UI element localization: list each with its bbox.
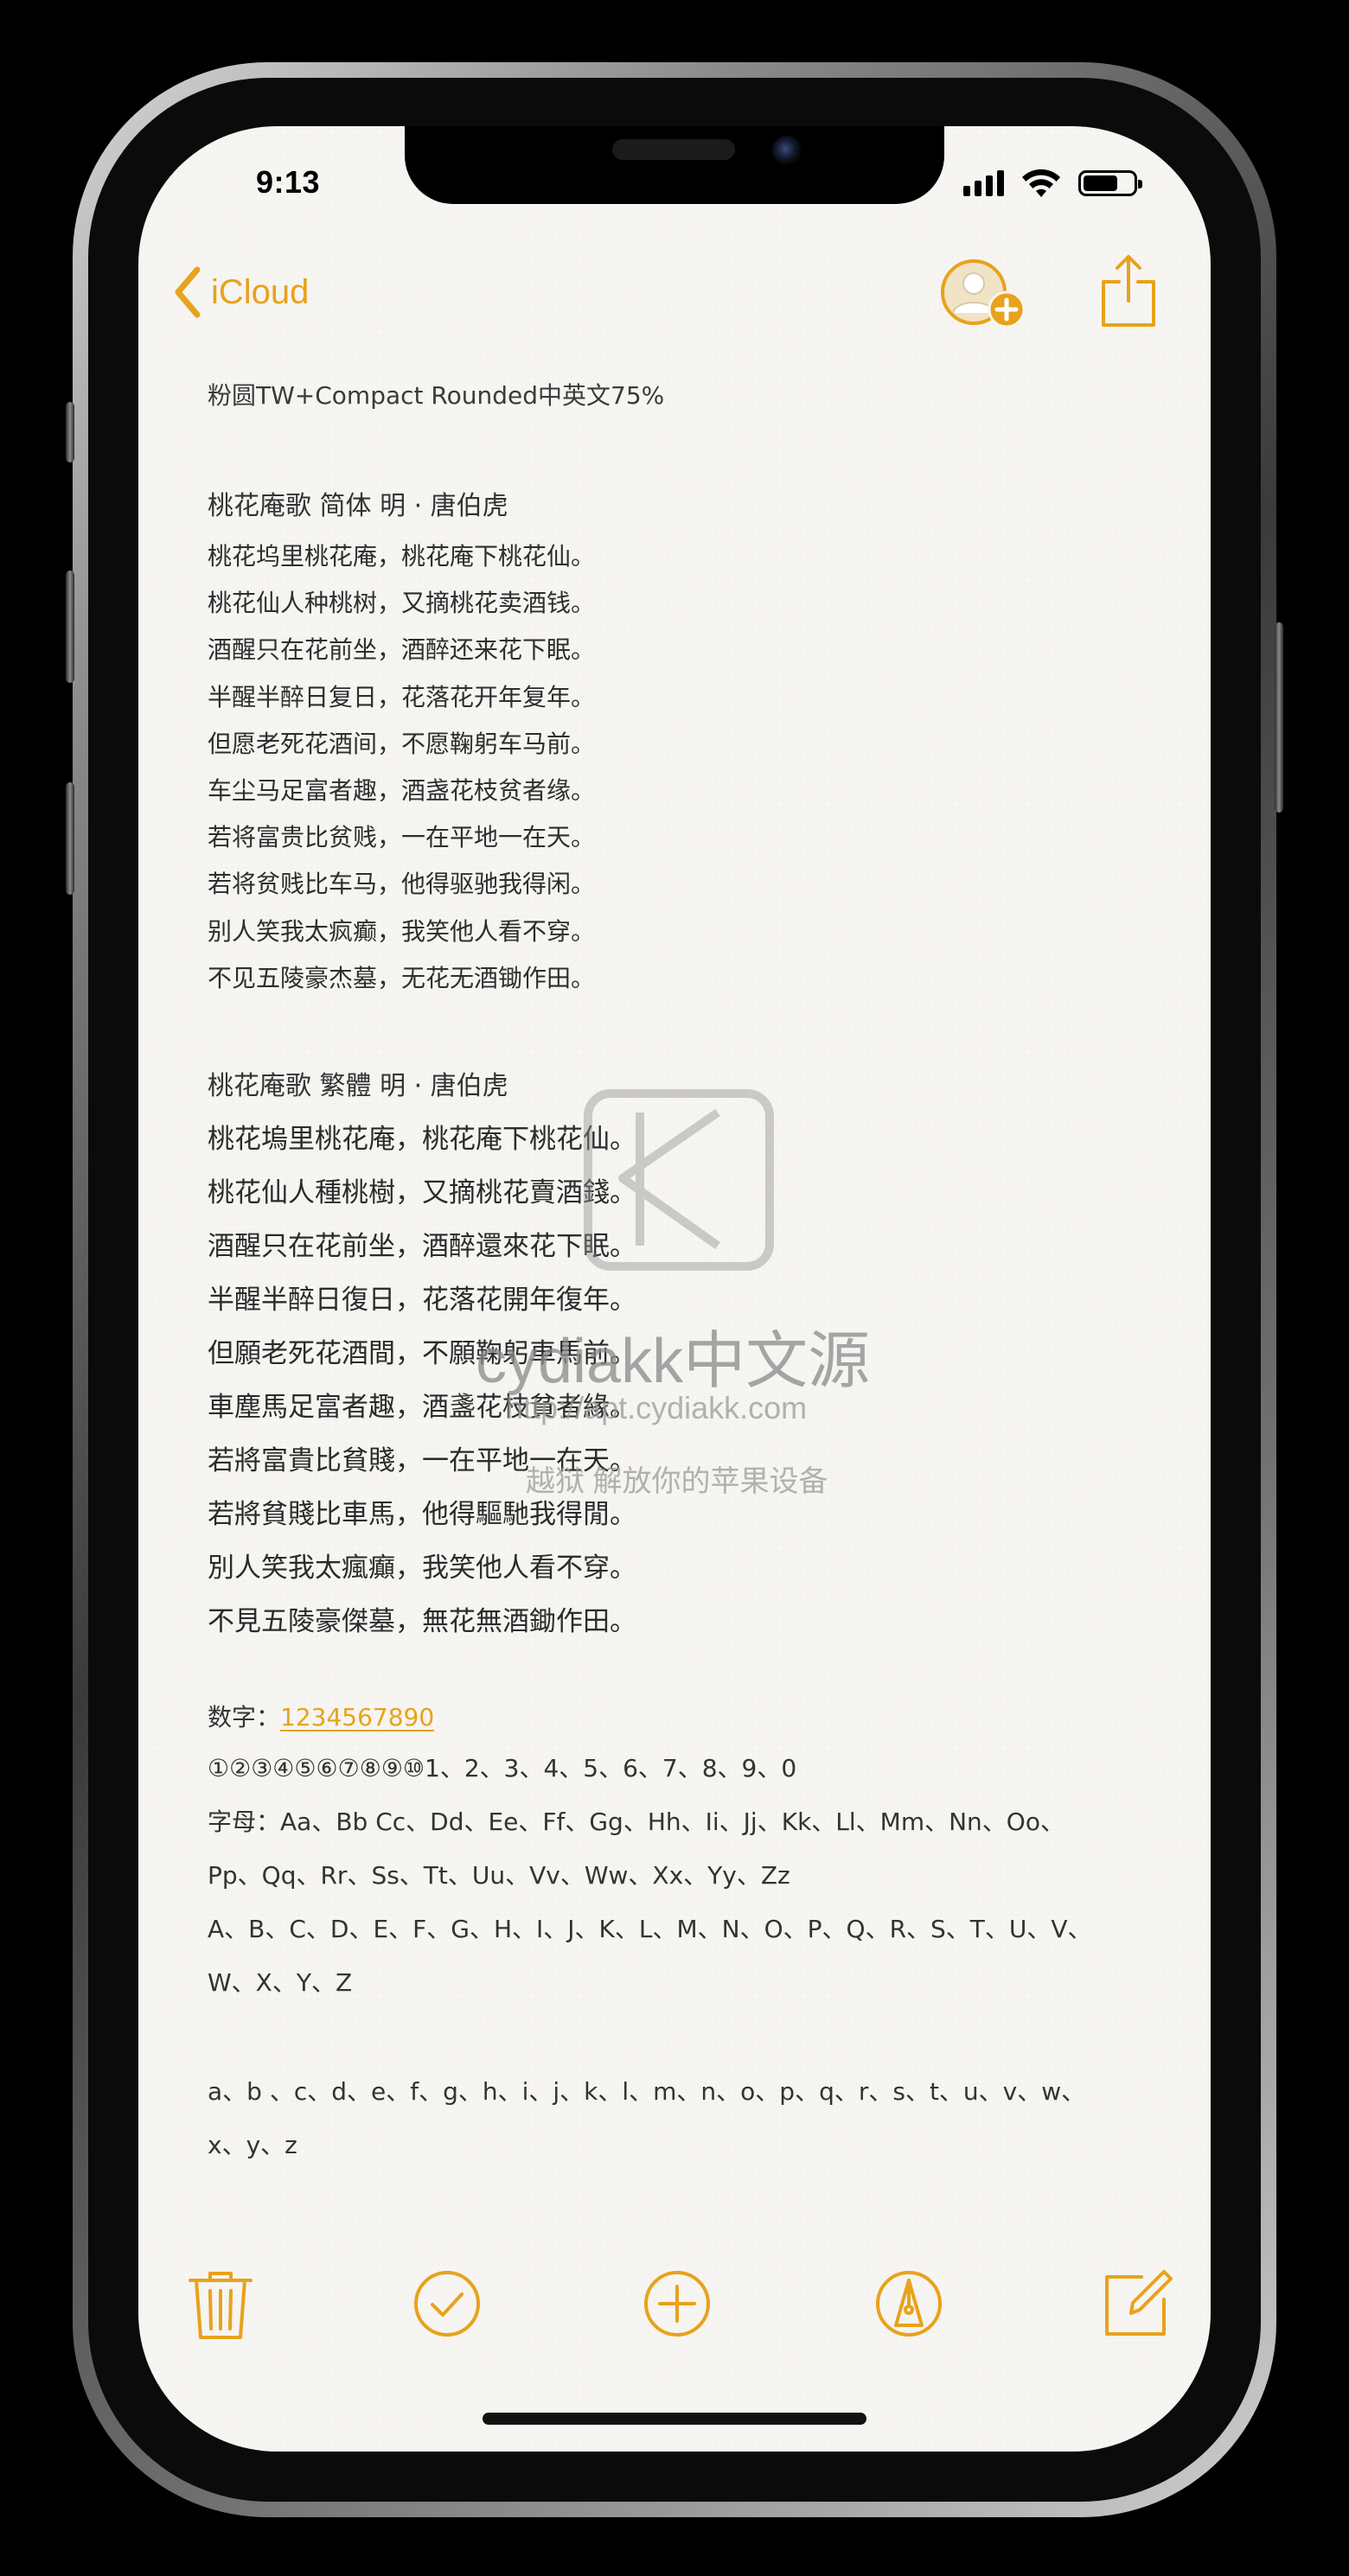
bottom-toolbar	[182, 2265, 1176, 2343]
back-button-label: iCloud	[211, 272, 310, 311]
wifi-icon	[1022, 169, 1060, 197]
letters-line-1: 字母：Aa、Bb Cc、Dd、Ee、Ff、Gg、Hh、Ii、Jj、Kk、Ll、M…	[208, 1808, 1064, 1836]
poem-simplified-line: 别人笑我太疯癫，我笑他人看不穿。	[208, 916, 596, 946]
share-icon	[1102, 255, 1155, 327]
power-button	[1275, 622, 1283, 813]
watermark-brand: cydiakk中文源	[476, 1327, 871, 1396]
add-person-button[interactable]	[939, 258, 1027, 332]
cellular-signal-icon	[963, 170, 1004, 196]
uppercase-line-2: W、X、Y、Z	[208, 1968, 353, 1997]
phone-number-link[interactable]: 1234567890	[280, 1703, 434, 1731]
front-camera	[772, 136, 802, 165]
poem-traditional-line: 別人笑我太瘋癲，我笑他人看不穿。	[208, 1553, 636, 1584]
checklist-button[interactable]	[408, 2265, 486, 2343]
poem-traditional-line: 酒醒只在花前坐，酒醉還來花下眠。	[208, 1231, 636, 1262]
lowercase-line-1: a、b 、c、d、e、f、g、h、i、j、k、l、m、n、o、p、q、r、s、t…	[208, 2077, 1086, 2106]
circled-numbers-line: ①②③④⑤⑥⑦⑧⑨⑩1、2、3、4、5、6、7、8、9、0	[208, 1754, 797, 1782]
poem-simplified-line: 但愿老死花酒间，不愿鞠躬车马前。	[208, 729, 596, 758]
uppercase-line-1: A、B、C、D、E、F、G、H、I、J、K、L、M、N、O、P、Q、R、S、T、…	[208, 1915, 1092, 1943]
poem-title-traditional: 桃花庵歌 繁體 明 · 唐伯虎	[208, 1071, 508, 1101]
poem-simplified-line: 车尘马足富者趣，酒盏花枝贫者缘。	[208, 776, 596, 805]
lowercase-line-2: x、y、z	[208, 2131, 297, 2159]
poem-simplified-line: 不见五陵豪杰墓，无花无酒锄作田。	[208, 963, 596, 992]
poem-simplified-line: 若将贫贱比车马，他得驱驰我得闲。	[208, 870, 596, 899]
battery-fill	[1084, 175, 1118, 191]
watermark-url: http://apt.cydiakk.com	[506, 1390, 808, 1425]
home-indicator[interactable]	[483, 2413, 866, 2425]
delete-button[interactable]	[182, 2265, 259, 2343]
volume-up-button	[66, 571, 74, 683]
numbers-label: 数字：	[208, 1703, 281, 1731]
mute-switch	[66, 402, 74, 462]
status-time: 9:13	[256, 164, 321, 200]
poem-traditional-line: 桃花仙人種桃樹，又摘桃花賣酒錢。	[208, 1177, 636, 1208]
markup-button[interactable]	[870, 2265, 948, 2343]
checkmark-circle-icon	[414, 2271, 480, 2337]
poem-title-simplified: 桃花庵歌 简体 明 · 唐伯虎	[208, 491, 508, 521]
status-icons	[963, 164, 1142, 202]
numbers-line: 数字：1234567890	[208, 1699, 434, 1733]
poem-simplified-line: 桃花仙人种桃树，又摘桃花卖酒钱。	[208, 589, 596, 618]
pen-tip-circle-icon	[876, 2271, 942, 2337]
person-add-icon	[941, 259, 1026, 328]
chevron-left-icon	[175, 266, 201, 318]
battery-icon	[1078, 170, 1142, 196]
plus-circle-icon	[644, 2271, 710, 2337]
compose-button[interactable]	[1098, 2265, 1176, 2343]
poem-traditional-line: 不見五陵豪傑墓，無花無酒鋤作田。	[208, 1606, 636, 1637]
poem-simplified-line: 若将富贵比贫贱，一在平地一在天。	[208, 823, 596, 852]
watermark-slogan: 越狱 解放你的苹果设备	[526, 1465, 828, 1498]
notch	[405, 126, 944, 204]
volume-down-button	[66, 782, 74, 895]
poem-simplified-line: 酒醒只在花前坐，酒醉还来花下眠。	[208, 635, 596, 665]
font-description: 粉圆TW+Compact Rounded中英文75%	[208, 381, 665, 410]
trash-icon	[189, 2272, 253, 2339]
share-button[interactable]	[1100, 254, 1157, 328]
device-stage: 9:13 iCloud 粉圆TW+Compact Rounded中英文75% 桃…	[0, 0, 1349, 2576]
back-button[interactable]: iCloud	[173, 266, 309, 318]
add-attachment-button[interactable]	[638, 2265, 716, 2343]
poem-simplified-line: 半醒半醉日复日，花落花开年复年。	[208, 682, 596, 711]
poem-simplified-line: 桃花坞里桃花庵，桃花庵下桃花仙。	[208, 542, 596, 571]
earpiece-speaker	[612, 139, 735, 160]
poem-traditional-line: 桃花塢里桃花庵，桃花庵下桃花仙。	[208, 1124, 636, 1155]
letters-line-2: Pp、Qq、Rr、Ss、Tt、Uu、Vv、Ww、Xx、Yy、Zz	[208, 1861, 790, 1890]
compose-icon	[1105, 2270, 1173, 2336]
